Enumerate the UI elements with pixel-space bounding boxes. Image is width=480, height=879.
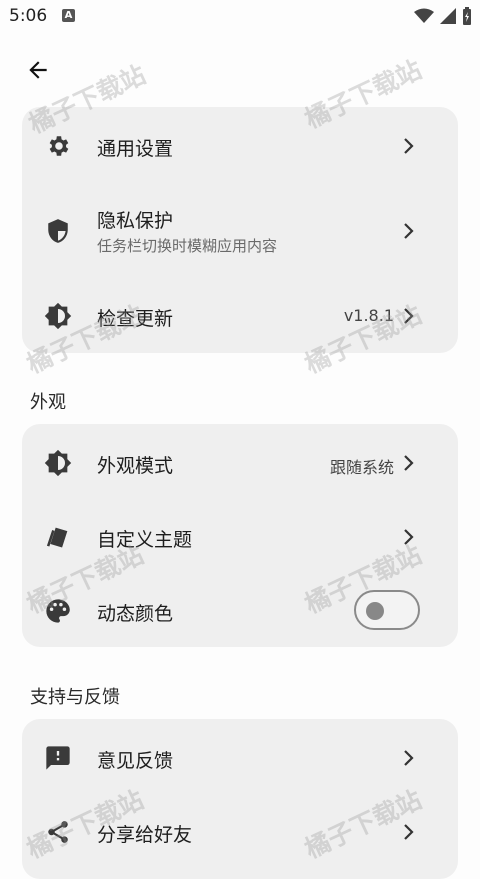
status-time: 5:06 [9, 6, 48, 26]
row-title: 外观模式 [97, 455, 174, 477]
chevron-right-icon [404, 529, 414, 545]
battery-icon [463, 7, 471, 25]
support-card: 意见反馈 分享给好友 [22, 719, 458, 879]
status-icons [414, 7, 472, 25]
signal-icon [440, 8, 456, 24]
status-bar: 5:06 A [0, 0, 480, 34]
back-button[interactable] [22, 54, 54, 86]
shield-icon [44, 217, 72, 245]
row-title: 意见反馈 [97, 750, 174, 772]
feedback-row[interactable]: 意见反馈 [22, 721, 458, 795]
brightness-icon [44, 449, 72, 477]
appearance-mode-value: 跟随系统 [329, 458, 394, 477]
share-icon [44, 818, 72, 846]
row-title: 隐私保护 [97, 210, 174, 232]
cards-icon [44, 523, 72, 551]
chevron-right-icon [404, 455, 414, 471]
general-settings-row[interactable]: 通用设置 [22, 109, 458, 183]
row-title: 检查更新 [97, 308, 174, 330]
appearance-section-label: 外观 [30, 392, 66, 413]
general-settings-card: 通用设置 隐私保护 任务栏切换时模糊应用内容 检查更新 v1.8.1 [22, 107, 458, 353]
chevron-right-icon [404, 824, 414, 840]
chevron-right-icon [404, 308, 414, 324]
version-value: v1.8.1 [343, 306, 394, 325]
palette-icon [44, 597, 72, 625]
privacy-protection-row[interactable]: 隐私保护 任务栏切换时模糊应用内容 [22, 193, 458, 269]
chevron-right-icon [404, 223, 414, 239]
arrow-left-icon [29, 61, 47, 79]
appearance-mode-row[interactable]: 外观模式 跟随系统 [22, 426, 458, 500]
support-section-label: 支持与反馈 [30, 687, 120, 708]
brightness-icon [44, 302, 72, 330]
dynamic-color-toggle[interactable] [354, 590, 420, 630]
row-title: 分享给好友 [97, 824, 193, 846]
toggle-knob [366, 602, 384, 620]
wifi-icon [414, 8, 434, 23]
chevron-right-icon [404, 750, 414, 766]
check-update-row[interactable]: 检查更新 v1.8.1 [22, 279, 458, 353]
appearance-card: 外观模式 跟随系统 自定义主题 动态颜色 [22, 424, 458, 647]
chevron-right-icon [404, 138, 414, 154]
custom-theme-row[interactable]: 自定义主题 [22, 500, 458, 574]
row-title: 通用设置 [97, 138, 174, 160]
notification-icon: A [62, 9, 75, 22]
feedback-icon [44, 744, 72, 772]
dynamic-color-row: 动态颜色 [22, 574, 458, 648]
gear-icon [44, 132, 72, 160]
share-row[interactable]: 分享给好友 [22, 795, 458, 869]
row-title: 动态颜色 [97, 603, 174, 625]
row-title: 自定义主题 [97, 529, 193, 551]
row-subtitle: 任务栏切换时模糊应用内容 [97, 237, 278, 255]
